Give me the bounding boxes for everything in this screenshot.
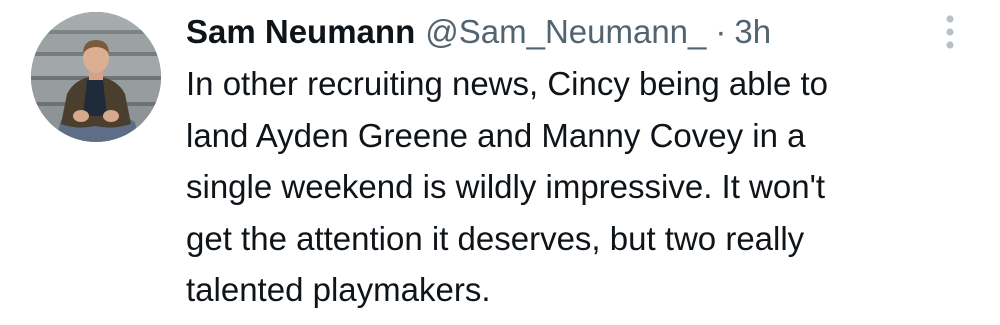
separator-dot: ·: [715, 13, 727, 50]
tweet-text: In other recruiting news, Cincy being ab…: [186, 65, 829, 308]
tweet[interactable]: Sam Neumann @Sam_Neumann_ · 3h In other …: [0, 0, 1000, 325]
more-vertical-icon: [946, 15, 954, 49]
user-handle[interactable]: @Sam_Neumann_: [425, 10, 706, 54]
avatar[interactable]: [31, 12, 161, 142]
display-name[interactable]: Sam Neumann: [186, 10, 415, 54]
timestamp[interactable]: 3h: [734, 10, 771, 54]
more-options-button[interactable]: [930, 10, 970, 54]
tweet-header: Sam Neumann @Sam_Neumann_ · 3h: [186, 10, 771, 54]
profile-photo-icon: [31, 12, 161, 142]
